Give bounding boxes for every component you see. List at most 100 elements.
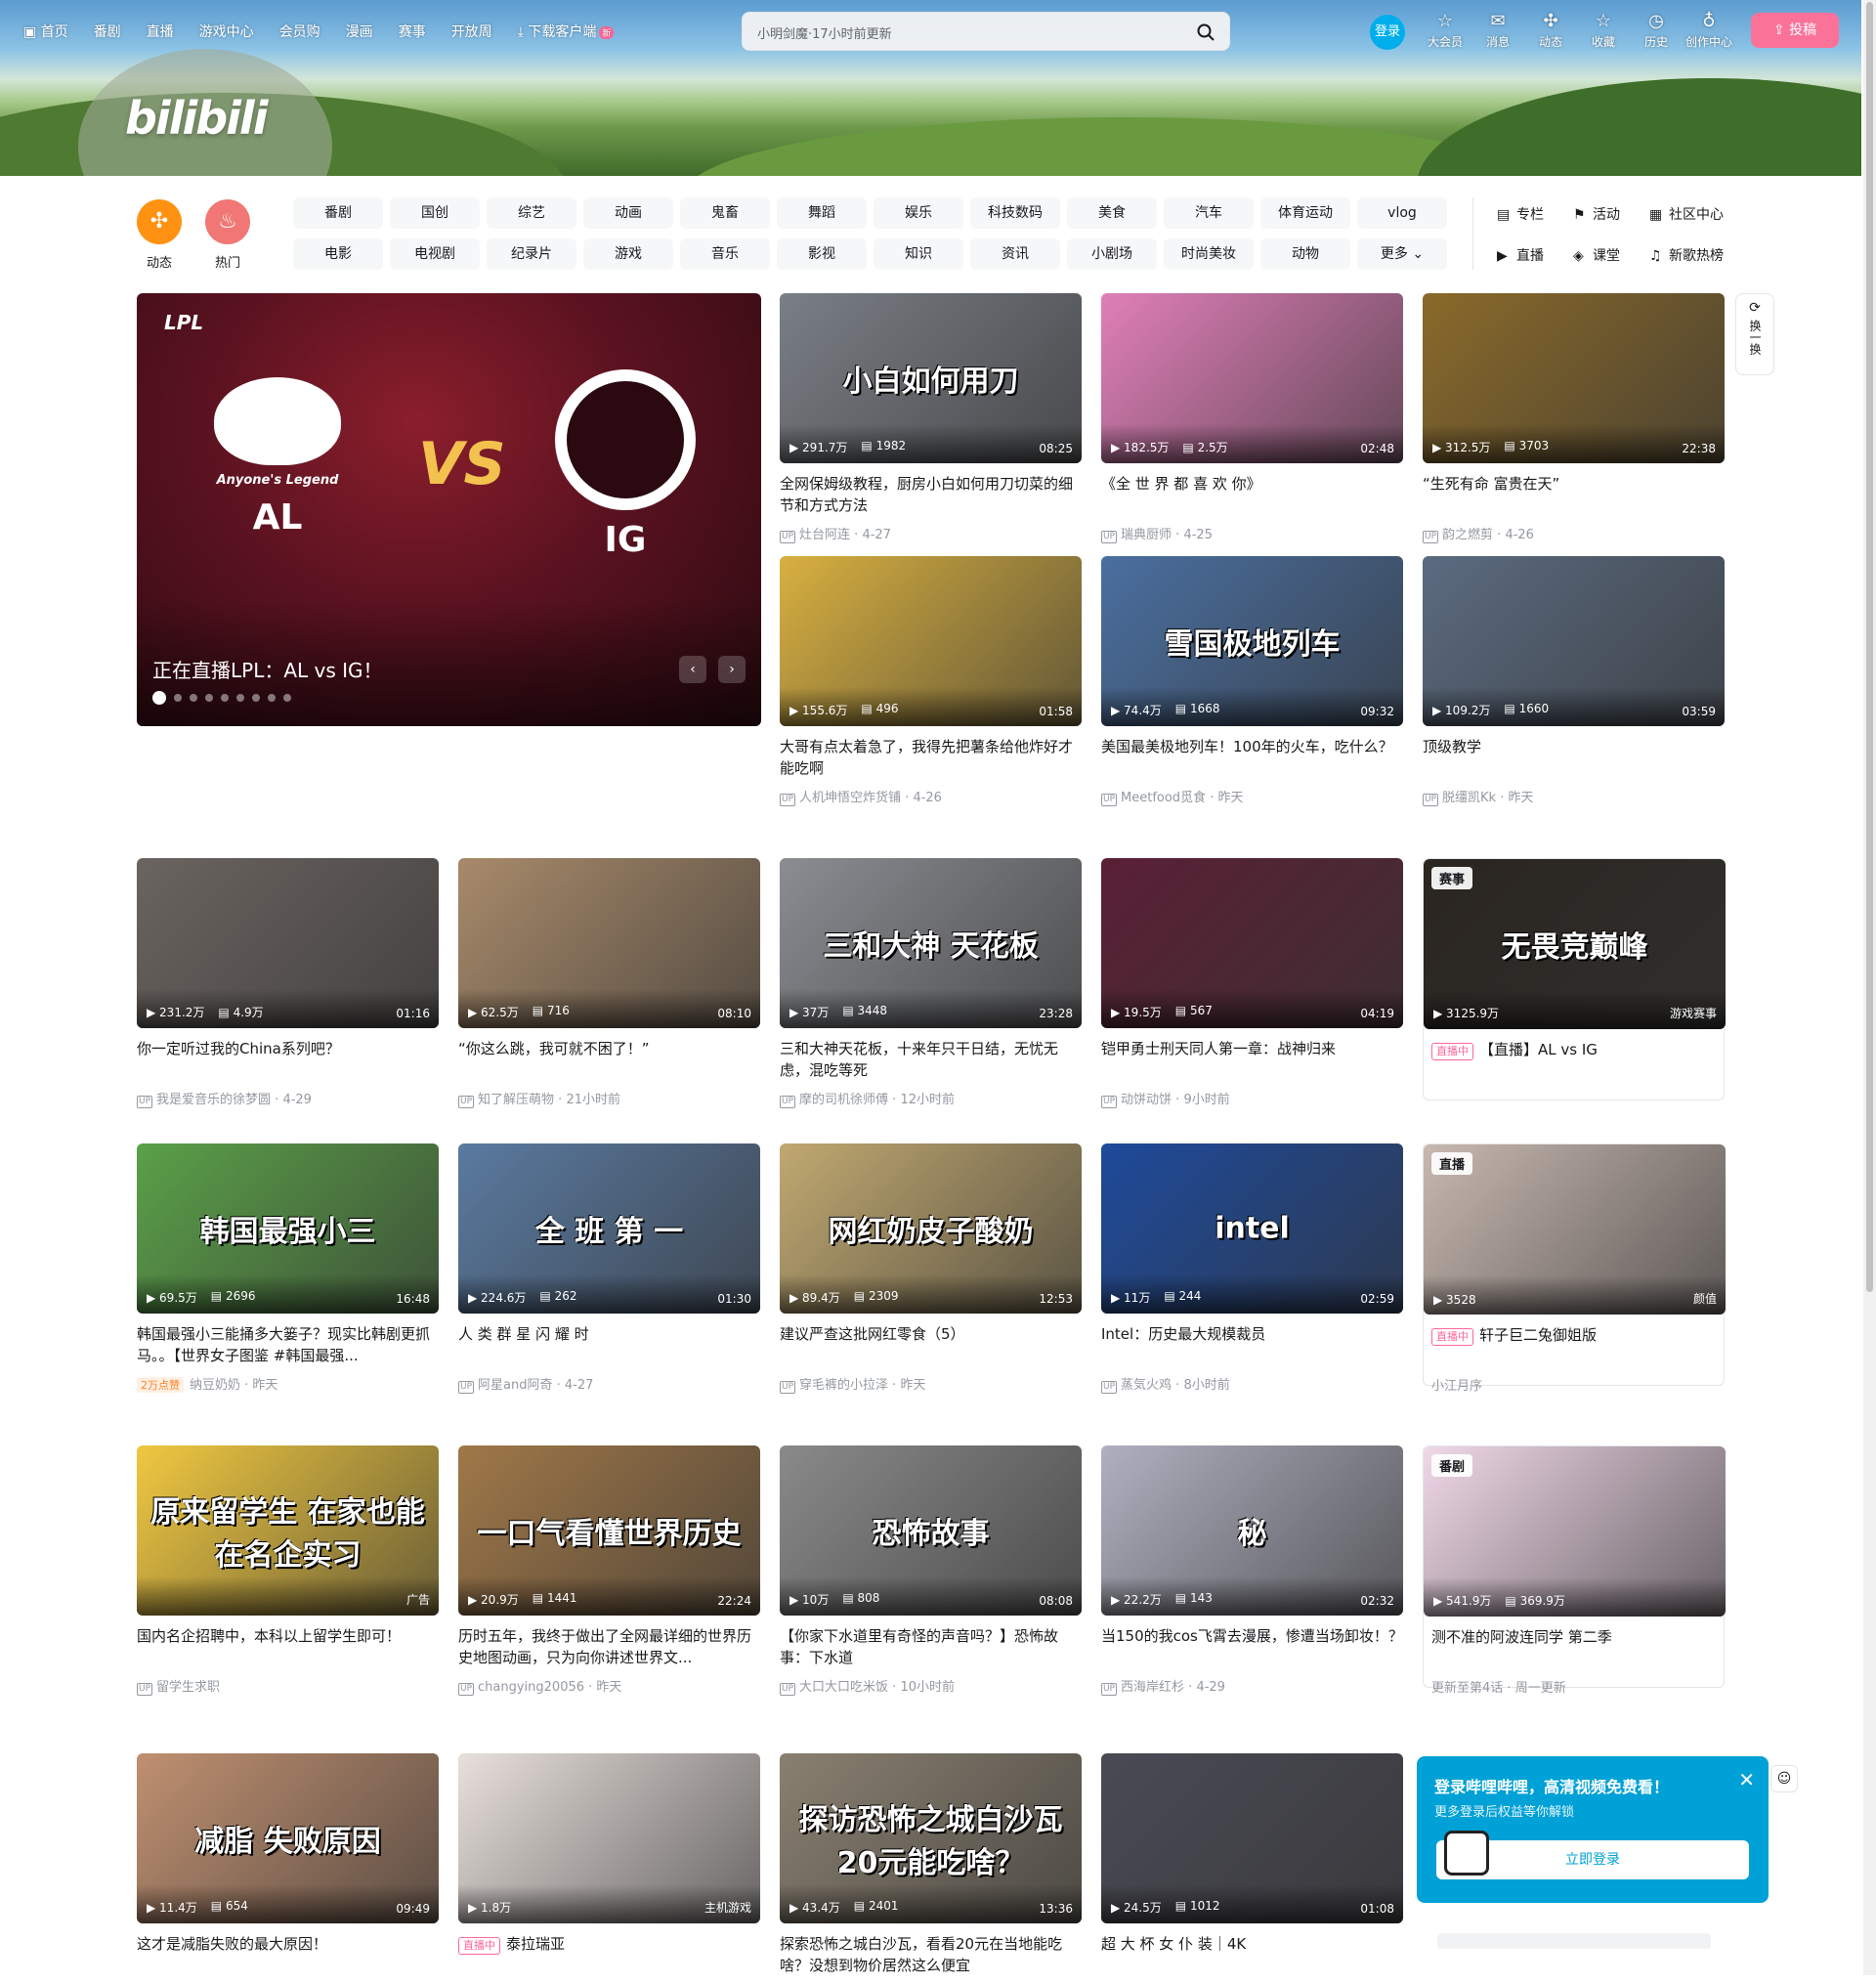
video-author[interactable]: 蒸気火鸡 [1121, 1378, 1172, 1393]
video-card[interactable]: 全 班 第 一 ▶ 224.6万 ▤ 262 01:30 人 类 群 星 闪 耀 时 UP… [458, 1143, 760, 1394]
video-card[interactable]: 探访恐怖之城白沙瓦 20元能吃啥？ ▶ 43.4万 ▤ 2401 13:36 探索恐怖之… [780, 1753, 1082, 1984]
video-author[interactable]: 脱缰凯Kk [1442, 791, 1496, 805]
video-card[interactable]: 网红奶皮子酸奶 ▶ 89.4万 ▤ 2309 12:53 建议严查这批网红零食（5） UP… [780, 1143, 1082, 1394]
channel-tag[interactable]: 小剧场 [1067, 238, 1157, 270]
history-entry[interactable]: ◷ 历史 [1630, 12, 1683, 50]
video-author[interactable]: 西海岸红杉 [1121, 1680, 1184, 1695]
side-link-course[interactable]: ◈ 课堂 [1573, 245, 1620, 265]
carousel-dots[interactable] [152, 691, 291, 705]
video-author[interactable]: 更新至第4话 [1431, 1681, 1503, 1696]
mascot-float-icon[interactable]: ☺ [1770, 1765, 1798, 1792]
nav-bangumi[interactable]: 番剧 [94, 22, 121, 41]
channel-tag[interactable]: 动物 [1260, 238, 1350, 270]
channel-tag[interactable]: vlog [1357, 197, 1447, 229]
side-link-community[interactable]: ▦ 社区中心 [1649, 204, 1724, 224]
video-meta[interactable]: UP changying20056 · 昨天 [458, 1676, 760, 1696]
video-card[interactable]: ▶ 62.5万 ▤ 716 08:10 “你这么跳，我可就不困了！” UP 知了解压萌物 … [458, 858, 760, 1108]
carousel-dot[interactable] [152, 691, 166, 705]
video-title[interactable]: 建议严查这批网红零食（5） [780, 1323, 1082, 1366]
video-title[interactable]: 三和大神天花板，十来年只干日结，无忧无虑，混吃等死 [780, 1038, 1082, 1081]
video-card[interactable]: 无畏竞巅峰 赛事 ▶ 3125.9万 游戏赛事直播中 【直播】AL vs IG [1423, 858, 1726, 1100]
video-title[interactable]: 探索恐怖之城白沙瓦，看看20元在当地能吃啥？没想到物价居然这么便宜 [780, 1933, 1082, 1976]
video-meta[interactable]: UP 灶台阿连 · 4-27 [780, 524, 1082, 543]
video-thumbnail[interactable]: ▶ 19.5万 ▤ 567 04:19 [1101, 858, 1403, 1028]
video-author[interactable]: 留学生求职 [156, 1680, 220, 1695]
video-thumbnail[interactable]: ▶ 182.5万 ▤ 2.5万 02:48 [1101, 293, 1403, 463]
channel-tag[interactable]: 体育运动 [1260, 197, 1350, 229]
video-thumbnail[interactable]: 三和大神 天花板 ▶ 37万 ▤ 3448 23:28 [780, 858, 1082, 1028]
video-thumbnail[interactable]: 网红奶皮子酸奶 ▶ 89.4万 ▤ 2309 12:53 [780, 1143, 1082, 1314]
channel-tag[interactable]: 时尚美妆 [1164, 238, 1254, 270]
refresh-button[interactable]: ⟳ 换一换 [1735, 293, 1774, 375]
video-card[interactable]: ▶ 1.8万 主机游戏直播中 泰拉瑞亚 [458, 1753, 760, 1984]
video-author[interactable]: Meetfood觅食 [1121, 791, 1206, 805]
video-thumbnail[interactable]: intel ▶ 11万 ▤ 244 02:59 [1101, 1143, 1403, 1314]
video-card[interactable]: ▶ 312.5万 ▤ 3703 22:38 “生死有命 富贵在天” UP 韵之燃剪 · 4… [1423, 293, 1725, 543]
video-author[interactable]: 灶台阿连 [799, 528, 850, 542]
next-arrow-icon[interactable]: › [718, 656, 746, 683]
video-thumbnail[interactable]: 减脂 失败原因 ▶ 11.4万 ▤ 654 09:49 [137, 1753, 439, 1923]
video-author[interactable]: 韵之燃剪 [1442, 528, 1493, 542]
message-entry[interactable]: ✉ 消息 [1471, 12, 1524, 50]
channel-tag[interactable]: 纪录片 [487, 238, 576, 270]
video-title[interactable]: 直播中 【直播】AL vs IG [1424, 1039, 1724, 1082]
video-meta[interactable]: UP 知了解压萌物 · 21小时前 [458, 1089, 760, 1108]
video-meta[interactable]: UP 我是爱音乐的徐梦圆 · 4-29 [137, 1089, 439, 1108]
channel-tag[interactable]: 鬼畜 [680, 197, 770, 229]
video-thumbnail[interactable]: ▶ 24.5万 ▤ 1012 01:08 [1101, 1753, 1403, 1923]
login-avatar[interactable]: 登录 [1370, 15, 1405, 50]
video-card[interactable]: 秘 ▶ 22.2万 ▤ 143 02:32 当150的我cos飞霄去漫展，惨遭当场卸妆！… [1101, 1445, 1403, 1696]
dynamic-entry[interactable]: ✣ 动态 [1524, 12, 1577, 50]
channel-tag[interactable]: 更多 ⌄ [1357, 238, 1447, 270]
nav-mall[interactable]: 会员购 [279, 22, 320, 41]
favorite-entry[interactable]: ☆ 收藏 [1577, 12, 1630, 50]
video-title[interactable]: 全网保姆级教程，厨房小白如何用刀切菜的细节和方式方法 [780, 473, 1082, 516]
channel-tag[interactable]: 美食 [1067, 197, 1157, 229]
video-meta[interactable]: 2万点赞 纳豆奶奶 · 昨天 [137, 1374, 439, 1393]
video-author[interactable]: 瑞典厨师 [1121, 528, 1172, 542]
video-thumbnail[interactable]: 全 班 第 一 ▶ 224.6万 ▤ 262 01:30 [458, 1143, 760, 1314]
video-card[interactable]: 减脂 失败原因 ▶ 11.4万 ▤ 654 09:49 这才是减脂失败的最大原因！ [137, 1753, 439, 1984]
video-card[interactable]: 番剧 ▶ 541.9万 ▤ 369.9万 测不准的阿波连同学 第二季 更新至第4话 · … [1423, 1445, 1726, 1696]
video-thumbnail[interactable]: 直播 ▶ 3528 颜值 [1424, 1144, 1726, 1315]
channel-tag[interactable]: 娱乐 [874, 197, 963, 229]
video-thumbnail[interactable]: 番剧 ▶ 541.9万 ▤ 369.9万 [1424, 1446, 1726, 1617]
video-title[interactable]: 大哥有点太着急了，我得先把薯条给他炸好才能吃啊 [780, 736, 1082, 779]
channel-tag[interactable]: 番剧 [293, 197, 383, 229]
video-title[interactable]: 直播中 轩子巨二兔御姐版 [1424, 1324, 1724, 1367]
video-meta[interactable]: UP 韵之燃剪 · 4-26 [1423, 524, 1725, 543]
video-card[interactable]: ▶ 155.6万 ▤ 496 01:58 大哥有点太着急了，我得先把薯条给他炸好才能吃… [780, 556, 1082, 806]
search-bar[interactable]: 小明剑魔·17小时前更新 [742, 12, 1230, 51]
video-thumbnail[interactable]: 探访恐怖之城白沙瓦 20元能吃啥？ ▶ 43.4万 ▤ 2401 13:36 [780, 1753, 1082, 1923]
search-icon[interactable] [1196, 22, 1215, 42]
video-thumbnail[interactable]: ▶ 62.5万 ▤ 716 08:10 [458, 858, 760, 1028]
channel-tag[interactable]: 游戏 [583, 238, 673, 270]
video-author[interactable]: 人机坤悟空炸货铺 [799, 791, 901, 805]
carousel-dot[interactable] [205, 694, 213, 702]
video-card[interactable]: ▶ 182.5万 ▤ 2.5万 02:48 《全 世 界 都 喜 欢 你》 UP 瑞典厨师… [1101, 293, 1403, 543]
channel-tag[interactable]: 汽车 [1164, 197, 1254, 229]
video-author[interactable]: 知了解压萌物 [478, 1093, 554, 1107]
scrollbar-thumb[interactable] [1866, 2, 1873, 1292]
video-author[interactable]: 摩的司机徐师傅 [799, 1093, 888, 1107]
video-card[interactable]: ▶ 19.5万 ▤ 567 04:19 铠甲勇士刑天同人第一章：战神归来 UP 动饼动饼 … [1101, 858, 1403, 1108]
carousel-dot[interactable] [252, 694, 260, 702]
video-thumbnail[interactable]: ▶ 231.2万 ▤ 4.9万 01:16 [137, 858, 439, 1028]
channel-tag[interactable]: 资讯 [970, 238, 1060, 270]
video-thumbnail[interactable]: 无畏竞巅峰 赛事 ▶ 3125.9万 游戏赛事 [1424, 859, 1726, 1029]
carousel-dot[interactable] [174, 694, 182, 702]
video-card[interactable]: intel ▶ 11万 ▤ 244 02:59 Intel：历史最大规模裁员 UP 蒸気火鸡… [1101, 1143, 1403, 1394]
search-input[interactable]: 小明剑魔·17小时前更新 [757, 23, 892, 42]
video-title[interactable]: Intel：历史最大规模裁员 [1101, 1323, 1403, 1366]
video-title[interactable]: 直播中 泰拉瑞亚 [458, 1933, 760, 1976]
video-meta[interactable]: UP 西海岸红杉 · 4-29 [1101, 1676, 1403, 1696]
close-icon[interactable]: ✕ [1738, 1768, 1755, 1791]
upload-button[interactable]: ⇪ 投稿 [1751, 13, 1839, 48]
video-title[interactable]: “生死有命 富贵在天” [1423, 473, 1725, 516]
video-thumbnail[interactable]: ▶ 1.8万 主机游戏 [458, 1753, 760, 1923]
video-meta[interactable]: UP 动饼动饼 · 9小时前 [1101, 1089, 1403, 1108]
video-meta[interactable]: UP 蒸気火鸡 · 8小时前 [1101, 1374, 1403, 1394]
channel-tag[interactable]: 国创 [390, 197, 480, 229]
video-card[interactable]: 恐怖故事 ▶ 10万 ▤ 808 08:08 【你家下水道里有奇怪的声音吗？】恐怖故事：… [780, 1445, 1082, 1696]
video-thumbnail[interactable]: 一口气看懂世界历史 ▶ 20.9万 ▤ 1441 22:24 [458, 1445, 760, 1616]
